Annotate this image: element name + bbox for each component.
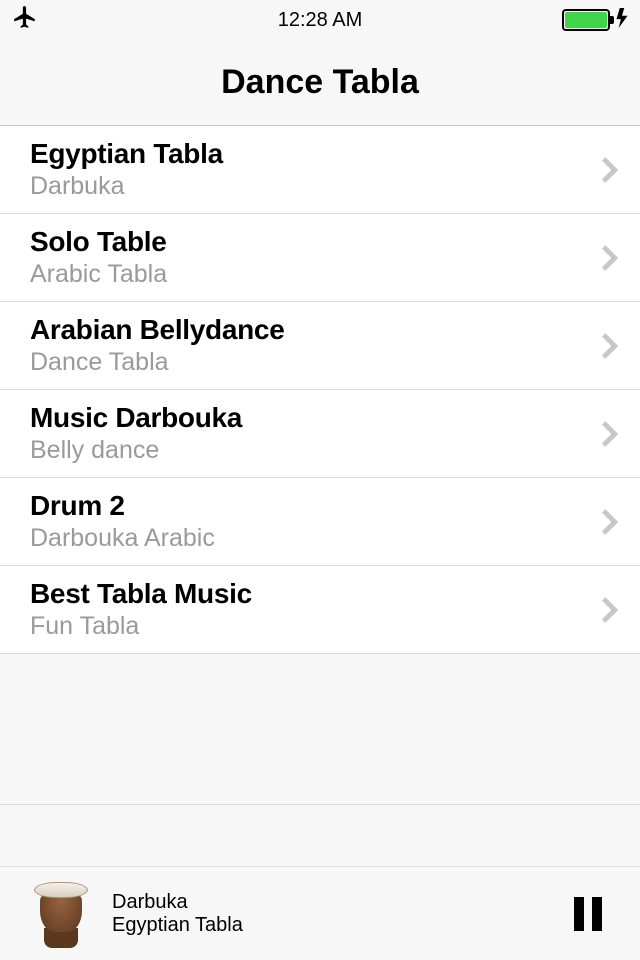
list-item-title: Drum 2: [30, 490, 602, 522]
list-item[interactable]: Arabian Bellydance Dance Tabla: [0, 302, 640, 390]
chevron-right-icon: [602, 156, 620, 184]
airplane-icon: [12, 4, 38, 36]
list-item-title: Best Tabla Music: [30, 578, 602, 610]
charging-icon: [616, 8, 628, 33]
list-item-title: Egyptian Tabla: [30, 138, 602, 170]
list-item-subtitle: Fun Tabla: [30, 612, 602, 641]
now-playing-bar[interactable]: Darbuka Egyptian Tabla: [0, 866, 640, 960]
list-item-subtitle: Dance Tabla: [30, 348, 602, 377]
list-item-title: Solo Table: [30, 226, 602, 258]
list-item[interactable]: Solo Table Arabic Tabla: [0, 214, 640, 302]
status-bar: 12:28 AM: [0, 0, 640, 40]
list-item-subtitle: Darbouka Arabic: [30, 524, 602, 553]
album-art-drum-icon: [30, 878, 92, 950]
list-item[interactable]: Best Tabla Music Fun Tabla: [0, 566, 640, 654]
list-item-title: Music Darbouka: [30, 402, 602, 434]
list-item-subtitle: Belly dance: [30, 436, 602, 465]
pause-icon: [574, 897, 584, 931]
now-playing-title: Darbuka: [112, 891, 554, 914]
now-playing-subtitle: Egyptian Tabla: [112, 914, 554, 937]
list-item[interactable]: Music Darbouka Belly dance: [0, 390, 640, 478]
chevron-right-icon: [602, 596, 620, 624]
list-item[interactable]: Egyptian Tabla Darbuka: [0, 126, 640, 214]
pause-button[interactable]: [574, 896, 610, 932]
chevron-right-icon: [602, 244, 620, 272]
chevron-right-icon: [602, 332, 620, 360]
page-title: Dance Tabla: [221, 63, 419, 102]
navigation-bar: Dance Tabla: [0, 40, 640, 126]
battery-icon: [562, 9, 610, 31]
pause-icon: [592, 897, 602, 931]
list-item[interactable]: Drum 2 Darbouka Arabic: [0, 478, 640, 566]
track-list: Egyptian Tabla Darbuka Solo Table Arabic…: [0, 126, 640, 654]
list-item-title: Arabian Bellydance: [30, 314, 602, 346]
chevron-right-icon: [602, 420, 620, 448]
list-item-subtitle: Arabic Tabla: [30, 260, 602, 289]
list-item-subtitle: Darbuka: [30, 172, 602, 201]
divider: [0, 804, 640, 805]
chevron-right-icon: [602, 508, 620, 536]
status-time: 12:28 AM: [278, 9, 363, 32]
